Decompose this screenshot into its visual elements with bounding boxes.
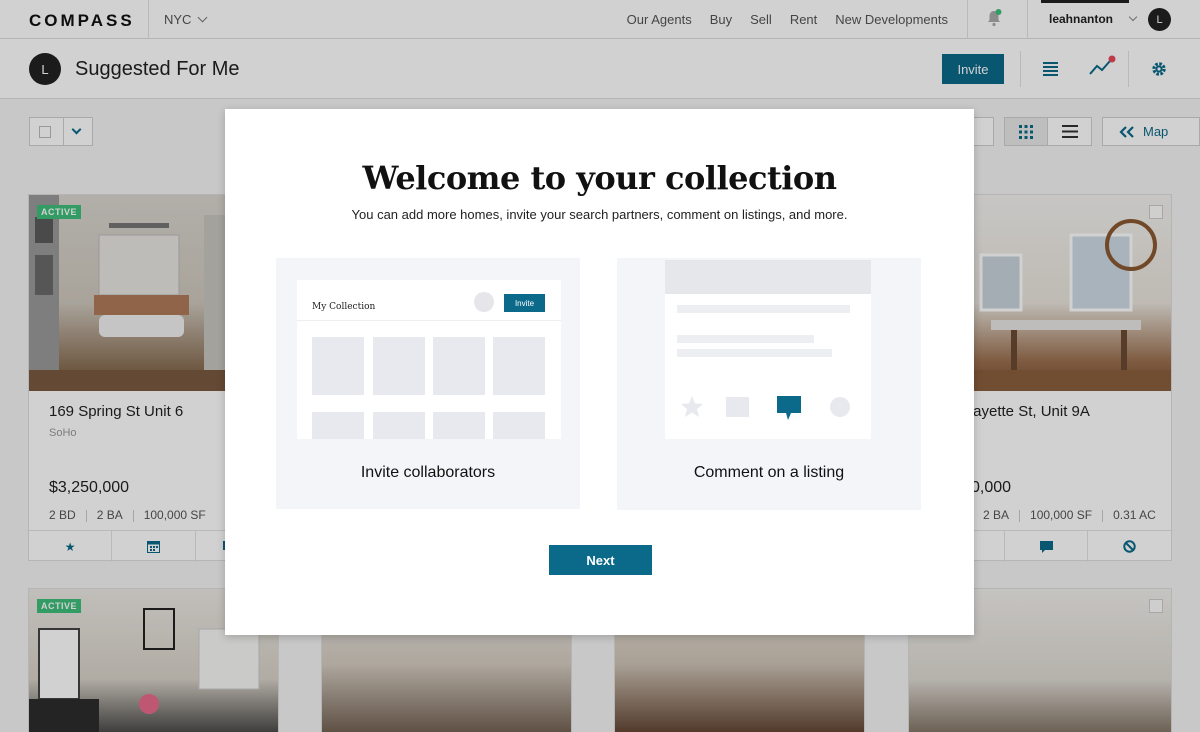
placeholder-tile [373, 412, 425, 439]
modal-title: Welcome to your collection [362, 159, 837, 197]
placeholder-tile [373, 337, 425, 395]
panel-label: Invite collaborators [360, 464, 496, 481]
placeholder-header [665, 260, 871, 294]
placeholder-tile [493, 412, 545, 439]
calendar-placeholder-icon [726, 397, 749, 417]
placeholder-tile [433, 337, 485, 395]
star-icon [681, 396, 703, 417]
placeholder-tile [493, 337, 545, 395]
collection-illustration: My Collection Invite [297, 280, 561, 439]
placeholder-tile [312, 412, 364, 439]
circle-placeholder-icon [830, 397, 850, 417]
next-button[interactable]: Next [549, 545, 652, 575]
modal-subtitle: You can add more homes, invite your sear… [351, 207, 848, 222]
welcome-modal: Welcome to your collection You can add m… [225, 109, 974, 635]
placeholder-line [677, 335, 814, 343]
placeholder-line [677, 349, 832, 357]
listing-illustration [665, 260, 871, 439]
panel-label: Comment on a listing [693, 464, 845, 481]
mini-collection-title: My Collection [312, 302, 376, 312]
placeholder-line [677, 305, 850, 313]
divider [297, 320, 561, 321]
comment-icon [777, 396, 801, 420]
invite-collaborators-panel: My Collection Invite Invite collaborator… [276, 258, 580, 509]
comment-listing-panel: Comment on a listing [617, 258, 921, 510]
placeholder-tile [433, 412, 485, 439]
page: COMPASS NYC Our Agents Buy Sell Rent New… [0, 0, 1200, 732]
mini-invite-button: Invite [504, 294, 545, 312]
placeholder-tile [312, 337, 364, 395]
avatar-icon [474, 292, 494, 312]
